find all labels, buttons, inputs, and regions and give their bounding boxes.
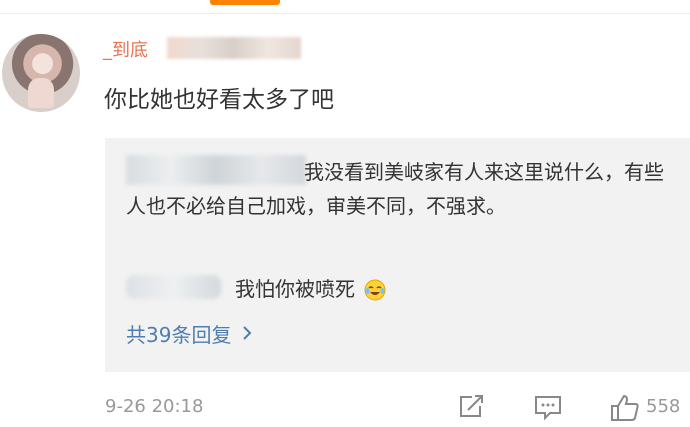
avatar[interactable]	[2, 34, 80, 112]
comment-text: 你比她也好看太多了吧	[104, 87, 334, 113]
reply-text: 我没看到美岐家有人来这里说什么，有些人也不必给自己加戏，审美不同，不强求。	[126, 160, 664, 218]
comment-timestamp: 9-26 20:18	[105, 396, 204, 417]
reply-text: 我怕你被喷死	[235, 273, 386, 302]
top-divider	[0, 13, 690, 14]
like-count: 558	[646, 396, 681, 417]
laughing-tears-icon	[364, 279, 386, 301]
active-tab-indicator	[210, 0, 280, 5]
chevron-right-icon	[243, 326, 252, 340]
more-replies-label: 共39条回复	[126, 322, 232, 347]
username-blurred-part	[167, 37, 301, 59]
reply-text-content: 我怕你被喷死	[235, 276, 355, 301]
share-icon[interactable]	[456, 393, 486, 421]
reply-author-blurred	[126, 275, 221, 299]
reply-box: 我没看到美岐家有人来这里说什么，有些人也不必给自己加戏，审美不同，不强求。 我怕…	[105, 138, 690, 372]
comment-icon[interactable]	[533, 393, 563, 421]
thumbs-up-icon[interactable]	[609, 393, 641, 423]
reply-item: 我怕你被喷死	[126, 269, 386, 305]
more-replies-link[interactable]: 共39条回复	[126, 316, 253, 350]
comment-username[interactable]: _到底	[103, 38, 148, 64]
